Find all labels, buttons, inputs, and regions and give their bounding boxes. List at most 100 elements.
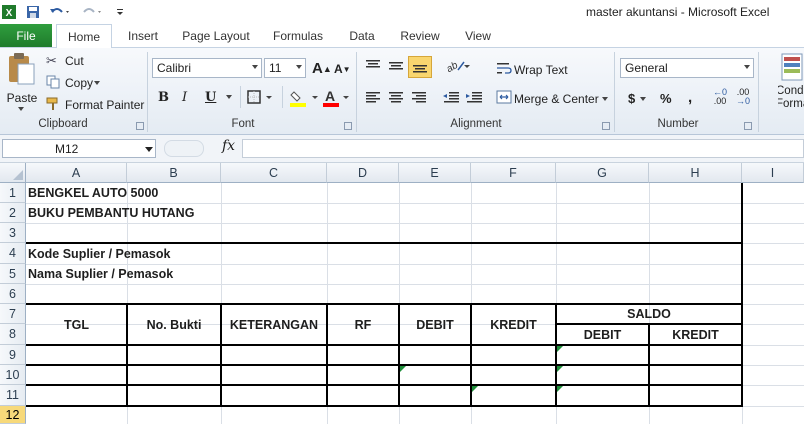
currency-icon: $ [628,91,636,106]
align-bottom-button[interactable] [408,56,432,78]
font-dialog-launcher-icon[interactable] [344,122,352,130]
error-indicator-icon [400,366,406,372]
column-header-f[interactable]: F [471,163,556,183]
cut-button[interactable]: ✂ Cut [46,53,84,69]
cell-a2[interactable]: BUKU PEMBANTU HUTANG [26,203,426,223]
column-header-b[interactable]: B [127,163,221,183]
tab-review[interactable]: Review [396,24,444,48]
alignment-group-label: Alignment [450,118,502,130]
name-box[interactable]: M12 [2,139,156,158]
currency-button[interactable]: $ [628,91,649,106]
column-header-c[interactable]: C [221,163,327,183]
decrease-indent-button[interactable] [442,90,460,109]
cell-border [26,364,743,366]
align-left-button[interactable] [364,90,382,109]
tab-data[interactable]: Data [344,24,380,48]
wrap-text-icon [496,61,514,78]
row-header-12[interactable]: 12 [0,406,26,424]
column-header-d[interactable]: D [327,163,399,183]
percent-button[interactable]: % [660,91,672,106]
orientation-button[interactable]: ab [444,58,472,77]
cell-g7[interactable]: SALDO [556,304,742,324]
number-dialog-launcher-icon[interactable] [744,122,752,130]
row-header-2[interactable]: 2 [0,203,26,223]
cell-f7[interactable]: KREDIT [471,304,556,345]
align-center-button[interactable] [387,90,405,109]
cell-d7[interactable]: RF [327,304,399,345]
paste-label: Paste [6,91,38,105]
cell-a5[interactable]: Nama Suplier / Pemasok [26,264,426,284]
align-right-button[interactable] [410,90,428,109]
merge-center-button[interactable]: Merge & Center [496,90,611,107]
row-header-11[interactable]: 11 [0,385,26,406]
column-header-g[interactable]: G [556,163,649,183]
comma-button[interactable]: , [688,89,692,106]
copy-button[interactable]: Copy [46,75,103,91]
tab-view[interactable]: View [460,24,496,48]
conditional-formatting-button[interactable]: Conditional Formatting [778,52,804,116]
underline-button[interactable]: U [205,90,216,105]
row-header-7[interactable]: 7 [0,304,26,324]
fill-color-button[interactable] [290,88,320,111]
column-header-i[interactable]: I [742,163,804,183]
select-all-corner[interactable] [0,163,26,183]
excel-logo-icon: X [2,3,16,21]
cell-e7[interactable]: DEBIT [399,304,471,345]
undo-icon[interactable] [46,3,74,21]
cell-c7[interactable]: KETERANGAN [221,304,327,345]
cell-g8[interactable]: DEBIT [556,324,649,345]
wrap-text-button[interactable]: Wrap Text [496,61,568,78]
increase-indent-icon [466,92,482,103]
customize-qat-icon[interactable] [114,3,126,21]
clipboard-dialog-launcher-icon[interactable] [136,122,144,130]
tab-insert[interactable]: Insert [122,24,164,48]
increase-indent-button[interactable] [465,90,483,109]
grow-font-button[interactable]: A ▲ [312,60,332,77]
formula-bar-resize-handle[interactable] [164,140,204,157]
tab-formulas[interactable]: Formulas [268,24,328,48]
row-header-5[interactable]: 5 [0,264,26,284]
align-top-button[interactable] [364,58,382,77]
number-format-select[interactable]: General [620,58,754,78]
merge-center-label: Merge & Center [514,91,599,106]
insert-function-icon[interactable]: fx [222,138,235,154]
shrink-font-button[interactable]: A ▼ [334,62,351,76]
increase-decimal-button[interactable]: ←0.00 [713,88,727,106]
name-box-dropdown-icon[interactable] [145,147,153,152]
cell-a7[interactable]: TGL [26,304,127,345]
cell-a1[interactable]: BENGKEL AUTO 5000 [26,183,426,203]
row-header-1[interactable]: 1 [0,183,26,203]
cell-a4[interactable]: Kode Suplier / Pemasok [26,243,426,264]
column-header-h[interactable]: H [649,163,742,183]
cell-h8[interactable]: KREDIT [649,324,742,345]
paste-button[interactable]: Paste [6,52,38,112]
format-painter-button[interactable]: Format Painter [46,97,144,113]
row-header-10[interactable]: 10 [0,365,26,385]
redo-icon[interactable] [78,3,106,21]
underline-dropdown[interactable] [224,94,232,102]
tab-page-layout[interactable]: Page Layout [178,24,254,48]
row-header-3[interactable]: 3 [0,223,26,243]
row-header-4[interactable]: 4 [0,243,26,264]
row-header-8[interactable]: 8 [0,324,26,345]
column-header-e[interactable]: E [399,163,471,183]
formula-input[interactable] [242,139,804,158]
row-header-6[interactable]: 6 [0,284,26,304]
bold-button[interactable]: B [158,90,169,105]
borders-button[interactable] [247,90,273,107]
tab-file[interactable]: File [0,24,52,48]
cell-b7[interactable]: No. Bukti [127,304,221,345]
font-name-select[interactable]: Calibri [152,58,262,78]
tab-home[interactable]: Home [56,24,112,48]
alignment-dialog-launcher-icon[interactable] [602,122,610,130]
column-header-a[interactable]: A [26,163,127,183]
font-size-select[interactable]: 11 [264,58,306,78]
italic-button[interactable]: I [182,90,187,105]
decrease-decimal-button[interactable]: .00 →0 [736,88,750,106]
font-color-icon: A [323,88,349,107]
font-color-button[interactable]: A [323,88,353,111]
save-icon[interactable] [24,3,42,21]
row-header-9[interactable]: 9 [0,345,26,365]
align-middle-button[interactable] [387,58,405,77]
conditional-formatting-icon [781,53,803,81]
